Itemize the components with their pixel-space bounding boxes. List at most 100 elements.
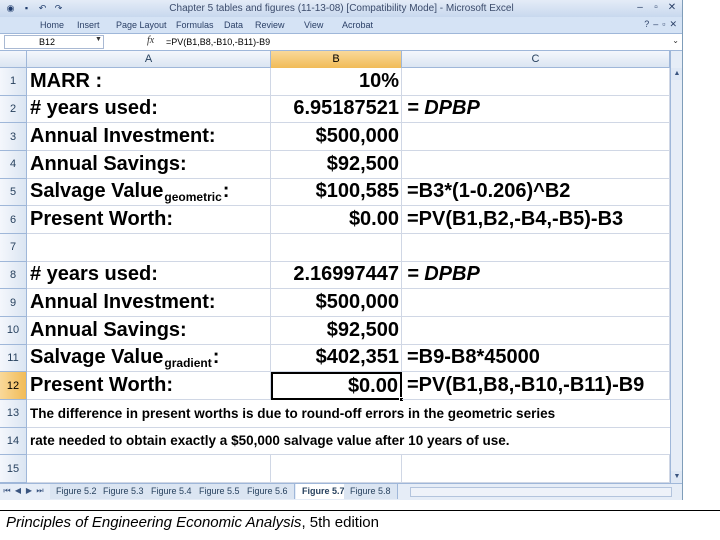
tab-insert[interactable]: Insert [77, 17, 100, 34]
row-header-13[interactable]: 13 [0, 400, 27, 428]
cell-a10[interactable]: Annual Savings: [27, 317, 271, 345]
row-header-15[interactable]: 15 [0, 455, 27, 483]
prev-sheet-icon[interactable]: ◀ [13, 486, 23, 495]
column-header-c[interactable]: C [402, 51, 670, 68]
row-header-5[interactable]: 5 [0, 178, 27, 207]
cell-a7[interactable] [27, 234, 271, 262]
row-header-4[interactable]: 4 [0, 151, 27, 179]
sheet-tab-figure-5-5[interactable]: Figure 5.5 [193, 484, 247, 499]
cell-a11[interactable]: Salvage Value gradient: [27, 344, 271, 373]
cell-b7[interactable] [271, 234, 402, 262]
cell-b4[interactable]: $92,500 [271, 151, 402, 179]
expand-formula-bar-icon[interactable]: ⌄ [672, 36, 679, 45]
next-sheet-icon[interactable]: ▶ [24, 486, 34, 495]
tab-page-layout[interactable]: Page Layout [116, 17, 167, 34]
cell-b2[interactable]: 6.95187521 [271, 95, 402, 124]
cell-c8[interactable]: = DPBP [402, 261, 670, 290]
close-button[interactable]: ✕ [665, 1, 679, 15]
chevron-down-icon[interactable]: ▼ [95, 36, 102, 43]
cell-a2[interactable]: # years used: [27, 95, 271, 124]
row-header-12[interactable]: 12 [0, 372, 27, 400]
cell-a6[interactable]: Present Worth: [27, 206, 271, 234]
horizontal-scrollbar[interactable] [410, 487, 672, 497]
cell-b9[interactable]: $500,000 [271, 289, 402, 317]
cell-b12[interactable]: $0.00 [271, 372, 404, 402]
window-controls: – ▫ ✕ [633, 1, 679, 15]
row-header-14[interactable]: 14 [0, 427, 27, 456]
cell-a3[interactable]: Annual Investment: [27, 123, 271, 151]
row-header-7[interactable]: 7 [0, 234, 27, 262]
help-icon[interactable]: ? [644, 19, 649, 30]
cell-a13[interactable]: The difference in present worths is due … [27, 400, 670, 428]
cell-b8[interactable]: 2.16997447 [271, 261, 402, 290]
sheet-tab-figure-5-8[interactable]: Figure 5.8 [344, 484, 398, 499]
workbook-close-button[interactable]: ✕ [669, 19, 677, 30]
scroll-down-icon[interactable]: ▼ [671, 471, 682, 483]
cell-a12[interactable]: Present Worth: [27, 372, 271, 400]
cell-a15[interactable] [27, 455, 271, 483]
sheet-tab-figure-5-3[interactable]: Figure 5.3 [97, 484, 151, 499]
cell-a8[interactable]: # years used: [27, 261, 271, 290]
row-header-2[interactable]: 2 [0, 95, 27, 124]
cell-c5[interactable]: =B3*(1-0.206)^B2 [402, 178, 670, 207]
cell-c9[interactable] [402, 289, 670, 317]
cell-a5[interactable]: Salvage Value geometric: [27, 178, 271, 207]
cell-b5[interactable]: $100,585 [271, 178, 402, 207]
insert-function-icon[interactable]: fx [147, 35, 154, 46]
tab-review[interactable]: Review [255, 17, 285, 34]
cell-b11[interactable]: $402,351 [271, 344, 402, 373]
workbook-minimize-button[interactable]: – [653, 19, 658, 30]
cell-a4[interactable]: Annual Savings: [27, 151, 271, 179]
last-sheet-icon[interactable]: ⏭ [35, 486, 45, 496]
select-all-corner[interactable] [0, 51, 27, 68]
cell-c11[interactable]: =B9-B8*45000 [402, 344, 670, 373]
sheet-tab-figure-5-6[interactable]: Figure 5.6 [241, 484, 295, 499]
cell-b10[interactable]: $92,500 [271, 317, 402, 345]
cell-label: Present Worth: [30, 208, 173, 231]
column-header-b[interactable]: B [271, 51, 402, 68]
cell-b1[interactable]: 10% [271, 68, 402, 96]
cell-c7[interactable] [402, 234, 670, 262]
cell-c3[interactable] [402, 123, 670, 151]
cell-c4[interactable] [402, 151, 670, 179]
cell-b15[interactable] [271, 455, 402, 483]
name-box[interactable]: B12 [4, 35, 104, 49]
cell-c10[interactable] [402, 317, 670, 345]
sheet-tab-figure-5-4[interactable]: Figure 5.4 [145, 484, 199, 499]
cell-value: $0.00 [347, 374, 398, 397]
column-header-a[interactable]: A [27, 51, 271, 68]
cell-a14[interactable]: rate needed to obtain exactly a $50,000 … [27, 428, 670, 456]
tab-view[interactable]: View [304, 17, 323, 34]
cell-a1[interactable]: MARR : [27, 68, 271, 96]
cell-a9[interactable]: Annual Investment: [27, 289, 271, 317]
minimize-button[interactable]: – [633, 1, 647, 15]
row-header-3[interactable]: 3 [0, 123, 27, 151]
tab-home[interactable]: Home [40, 17, 64, 34]
scroll-up-icon[interactable]: ▲ [671, 68, 682, 80]
tab-formulas[interactable]: Formulas [176, 17, 214, 34]
tab-data[interactable]: Data [224, 17, 243, 34]
cell-c2[interactable]: = DPBP [402, 95, 670, 124]
workbook-restore-button[interactable]: ▫ [662, 19, 665, 30]
row-header-9[interactable]: 9 [0, 289, 27, 317]
cell-value: $500,000 [315, 125, 399, 148]
book-edition: , 5th edition [301, 514, 379, 531]
restore-button[interactable]: ▫ [649, 1, 663, 15]
cell-c15[interactable] [402, 455, 670, 483]
row-header-11[interactable]: 11 [0, 344, 27, 373]
vertical-scrollbar[interactable]: ▲ ▼ [670, 51, 682, 483]
cell-b3[interactable]: $500,000 [271, 123, 402, 151]
formula-input[interactable]: =PV(B1,B8,-B10,-B11)-B9 [166, 35, 270, 49]
formula-bar: B12 ▼ fx =PV(B1,B8,-B10,-B11)-B9 ⌄ [0, 34, 682, 51]
first-sheet-icon[interactable]: ⏮ [2, 486, 12, 496]
row-header-8[interactable]: 8 [0, 261, 27, 290]
tab-acrobat[interactable]: Acrobat [342, 17, 373, 34]
cell-b6[interactable]: $0.00 [271, 206, 402, 234]
cell-c6[interactable]: =PV(B1,B2,-B4,-B5)-B3 [402, 206, 670, 234]
row-header-10[interactable]: 10 [0, 317, 27, 345]
cell-c12[interactable]: =PV(B1,B8,-B10,-B11)-B9 [402, 372, 670, 400]
row-header-6[interactable]: 6 [0, 206, 27, 234]
row-header-1[interactable]: 1 [0, 68, 27, 96]
cell-c1[interactable] [402, 68, 670, 96]
sheet-tab-figure-5-2[interactable]: Figure 5.2 [50, 484, 104, 499]
